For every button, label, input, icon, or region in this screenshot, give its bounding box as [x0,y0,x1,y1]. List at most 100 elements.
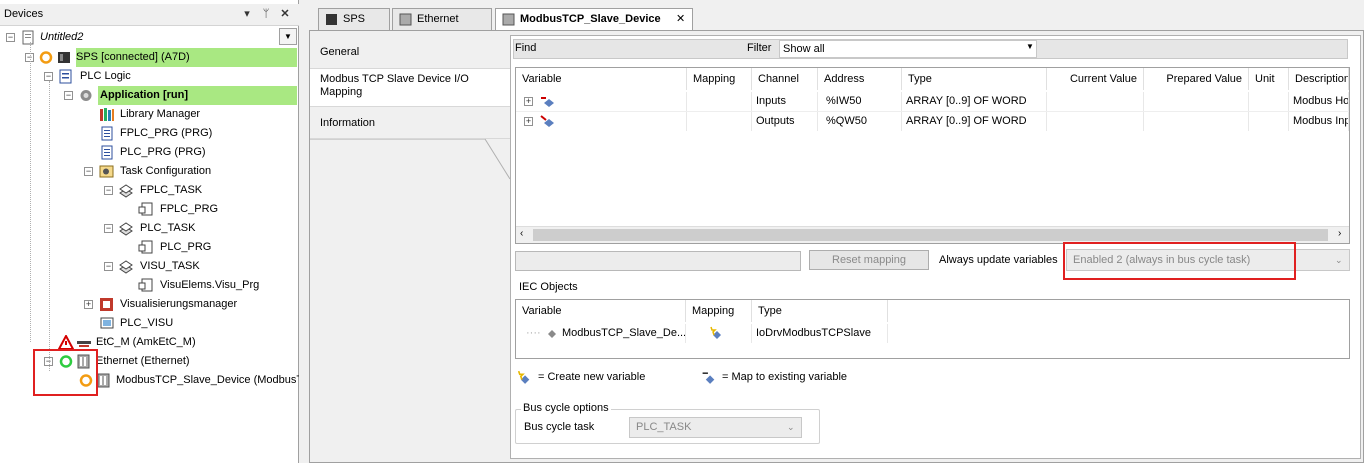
column-header[interactable]: Type [752,300,888,322]
prepared-value-cell[interactable] [1144,112,1249,131]
variable-icon [548,330,556,338]
tree-item-library-manager[interactable]: Library Manager [0,105,280,124]
tree-label: FPLC_PRG (PRG) [120,127,213,139]
tree-label: FPLC_TASK [140,184,203,196]
tab-label: ModbusTCP_Slave_Device [520,13,661,25]
mapping-cell [686,324,752,343]
tree-item-visualisierungsmanager[interactable]: + Visualisierungsmanager [0,295,280,314]
tab-modbus-slave[interactable]: ModbusTCP_Slave_Device ✕ [495,8,693,31]
tab-ethernet[interactable]: Ethernet [392,8,492,30]
table-row[interactable]: + Inputs %IW50 ARRAY [0..9] OF WORD Modb… [516,92,1349,111]
tree-item-application[interactable]: − Application [run] [0,86,297,105]
pin-icon[interactable]: ᛘ [259,7,273,21]
column-header[interactable]: Address [818,68,902,90]
plc-logic-icon [59,69,72,84]
tab-sps[interactable]: SPS [318,8,390,30]
scroll-right-icon[interactable]: › [1338,228,1341,239]
tree-item-plc-logic[interactable]: − PLC Logic [0,67,280,86]
editor-tab-strip: SPS Ethernet ModbusTCP_Slave_Device ✕ [300,4,1364,31]
tree-item-task-configuration[interactable]: − Task Configuration [0,162,280,181]
chevron-down-icon[interactable]: ▾ [240,7,254,21]
column-header[interactable]: Channel [752,68,818,90]
horizontal-scrollbar[interactable]: ‹ › [516,226,1349,243]
tree-item-plc-prg-call[interactable]: PLC_PRG [0,238,280,257]
tree-item-sps[interactable]: − SPS [connected] (A7D) [0,48,297,67]
tree-connector [49,81,50,371]
current-value-cell[interactable] [1047,92,1144,111]
bus-cycle-task-select[interactable]: PLC_TASK ⌄ [629,417,802,438]
filter-select[interactable]: Show all ▼ [779,40,1037,58]
type-cell: ARRAY [0..9] OF WORD [902,92,1047,111]
tree-item-project[interactable]: − Untitled2 [0,28,280,47]
table-row[interactable]: + Outputs %QW50 ARRAY [0..9] OF WORD Mod… [516,111,1349,131]
close-icon[interactable]: ✕ [278,7,292,21]
project-icon [22,30,34,45]
collapse-icon[interactable]: − [64,91,73,100]
tree-item-plc-task[interactable]: − PLC_TASK [0,219,280,238]
tree-item-plc-prg[interactable]: PLC_PRG (PRG) [0,143,280,162]
library-icon [100,108,114,121]
address-cell: %IW50 [818,92,902,111]
tree-item-visu-prg-call[interactable]: VisuElems.Visu_Prg [0,276,280,295]
always-update-label: Always update variables [939,254,1058,266]
mapping-cell [687,92,752,111]
scrollbar-thumb[interactable] [533,229,1328,241]
column-header[interactable]: Unit [1249,68,1289,90]
unit-cell [1249,112,1289,131]
find-input[interactable] [544,41,744,57]
tab-information[interactable]: Information [310,107,510,139]
task-icon [119,260,133,274]
collapse-icon[interactable]: − [104,186,113,195]
bus-cycle-task-value: PLC_TASK [636,421,692,433]
chevron-down-icon: ▼ [1026,42,1034,51]
tree-label: VisuElems.Visu_Prg [160,279,260,291]
filter-label: Filter [747,42,772,54]
tab-io-mapping[interactable]: Modbus TCP Slave Device I/O Mapping [310,69,510,107]
column-header[interactable]: Prepared Value [1144,68,1249,90]
map-variable-icon [702,372,715,384]
tree-connector: ···· [526,327,541,339]
reset-mapping-button[interactable]: Reset mapping [809,250,929,270]
expand-icon[interactable]: + [524,97,533,106]
scroll-left-icon[interactable]: ‹ [520,228,523,239]
program-call-icon [138,240,153,254]
tree-item-plc-visu[interactable]: PLC_VISU [0,314,280,333]
tree-item-fplc-prg-call[interactable]: FPLC_PRG [0,200,280,219]
tree-item-fplc-prg[interactable]: FPLC_PRG (PRG) [0,124,280,143]
tree-item-visu-task[interactable]: − VISU_TASK [0,257,280,276]
expand-icon[interactable]: + [84,300,93,309]
column-header[interactable]: Type [902,68,1047,90]
expand-icon[interactable]: + [524,117,533,126]
column-header[interactable]: Description [1289,68,1349,90]
devices-title: Devices [4,8,44,20]
devices-panel: Devices ▾ ᛘ ✕ ▼ − Untitled2 − SPS [conne… [0,0,299,463]
tab-close-icon[interactable]: ✕ [676,9,685,29]
create-variable-icon [710,326,721,339]
prepared-value-cell[interactable] [1144,92,1249,111]
collapse-icon[interactable]: − [104,262,113,271]
iec-objects-table: Variable Mapping Type ···· ModbusTCP_Sla… [515,299,1350,359]
collapse-icon[interactable]: − [44,72,53,81]
table-row[interactable]: ···· ModbusTCP_Slave_De... IoDrvModbusTC… [516,324,888,343]
tab-label: SPS [343,13,366,25]
program-icon [101,145,113,160]
ethernet-device-icon [399,13,412,26]
current-value-cell[interactable] [1047,112,1144,131]
collapse-icon[interactable]: − [6,33,15,42]
type-cell: ARRAY [0..9] OF WORD [902,112,1047,131]
column-header[interactable]: Mapping [686,300,752,322]
column-header[interactable]: Mapping [687,68,752,90]
column-header[interactable]: Current Value [1047,68,1144,90]
type-cell: IoDrvModbusTCPSlave [752,324,888,343]
tree-label: Visualisierungsmanager [120,298,238,310]
legend-create-label: = Create new variable [538,371,646,383]
tree-label: Task Configuration [120,165,212,177]
collapse-icon[interactable]: − [84,167,93,176]
task-icon [119,222,133,236]
tab-general[interactable]: General [310,35,510,69]
column-header[interactable]: Variable [516,300,686,322]
collapse-icon[interactable]: − [104,224,113,233]
column-header[interactable]: Variable [516,68,687,90]
devices-dropdown-button[interactable]: ▼ [279,28,297,45]
tree-item-fplc-task[interactable]: − FPLC_TASK [0,181,280,200]
